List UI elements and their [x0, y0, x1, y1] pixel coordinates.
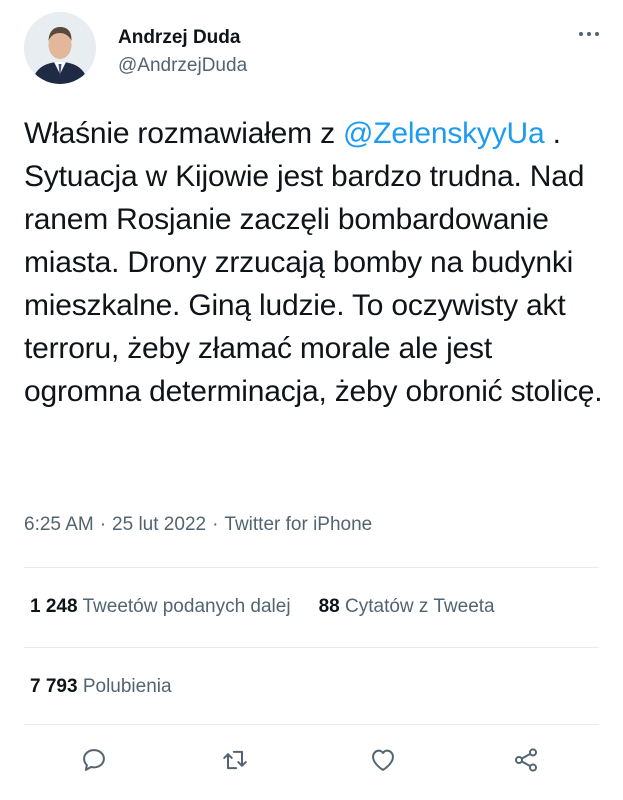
meta-separator: ·	[99, 514, 107, 535]
retweets-count: 1 248	[30, 596, 78, 617]
divider	[24, 647, 599, 648]
tweet-header: Andrzej Duda @AndrzejDuda	[24, 12, 604, 88]
reply-icon	[83, 749, 105, 771]
tweet-meta: 6:25 AM · 25 lut 2022 · Twitter for iPhone	[24, 514, 604, 536]
share-icon	[514, 748, 538, 772]
likes-label: Polubienia	[82, 676, 172, 697]
quotes-stat[interactable]: 88 Cytatów z Tweeta	[319, 596, 495, 618]
retweets-stat[interactable]: 1 248 Tweetów podanych dalej	[30, 596, 291, 618]
divider	[24, 567, 599, 568]
author-name[interactable]: Andrzej Duda	[118, 27, 240, 49]
retweet-button[interactable]	[217, 742, 253, 778]
tweet-date[interactable]: 25 lut 2022	[112, 514, 206, 535]
mention-link[interactable]: @ZelenskyyUa	[343, 117, 545, 150]
quotes-label: Cytatów z Tweeta	[345, 596, 495, 617]
author-handle[interactable]: @AndrzejDuda	[118, 55, 247, 77]
reply-button[interactable]	[76, 742, 112, 778]
more-options-button[interactable]	[574, 24, 604, 44]
tweet-detail: Andrzej Duda @AndrzejDuda Właśnie rozmaw…	[0, 0, 623, 800]
meta-separator: ·	[212, 514, 219, 535]
quotes-count: 88	[318, 596, 340, 617]
tweet-time[interactable]: 6:25 AM	[24, 514, 94, 535]
tweet-text: Właśnie rozmawiałem z @ZelenskyyUa . Syt…	[24, 112, 604, 413]
engagement-stats: 1 248 Tweetów podanych dalej 88 Cytatów z…	[30, 596, 495, 618]
likes-count: 7 793	[30, 676, 78, 697]
heart-icon	[372, 749, 394, 771]
retweet-icon	[223, 750, 247, 770]
tweet-text-before: Właśnie rozmawiałem z	[24, 117, 344, 150]
retweets-label: Tweetów podanych dalej	[82, 596, 291, 617]
likes-stats: 7 793 Polubienia	[30, 676, 172, 698]
like-button[interactable]	[365, 742, 401, 778]
avatar-image	[24, 12, 96, 84]
tweet-text-after: . Sytuacja w Kijowie jest bardzo trudna.…	[24, 117, 603, 408]
share-button[interactable]	[508, 742, 544, 778]
divider	[24, 724, 599, 725]
more-horizontal-icon	[579, 32, 599, 36]
action-bar	[0, 742, 623, 782]
tweet-source[interactable]: Twitter for iPhone	[224, 514, 372, 535]
likes-stat[interactable]: 7 793 Polubienia	[30, 676, 172, 698]
avatar[interactable]	[24, 12, 96, 84]
